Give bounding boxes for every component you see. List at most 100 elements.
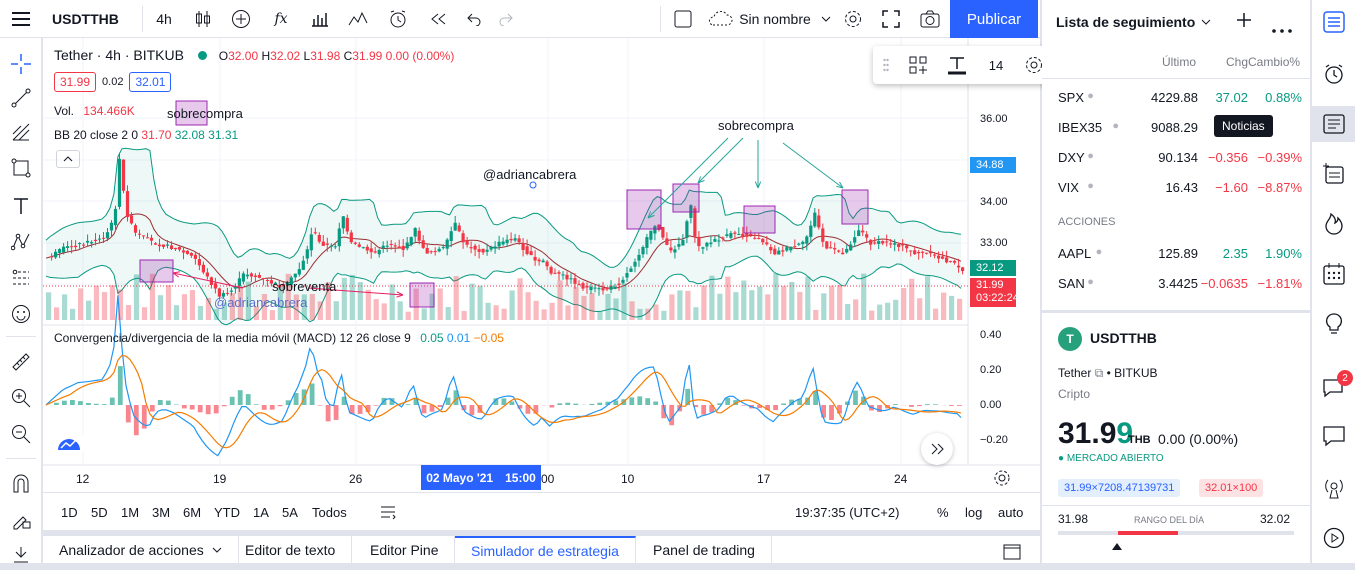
range-1d[interactable]: 1D: [61, 493, 78, 531]
camera-icon[interactable]: [912, 0, 948, 38]
range-1m[interactable]: 1M: [121, 493, 139, 531]
axis-settings-icon[interactable]: [993, 469, 1011, 492]
zoom-in-icon[interactable]: [0, 382, 42, 414]
range-ytd[interactable]: YTD: [214, 493, 240, 531]
layout-name[interactable]: Sin nombre: [704, 0, 834, 38]
tab-pine-editor[interactable]: Editor Pine: [354, 536, 455, 563]
spread-value: 0.02: [102, 76, 123, 88]
macd-legend[interactable]: Convergencia/divergencia de la media móv…: [54, 331, 504, 345]
date-range-icon[interactable]: [379, 493, 397, 531]
tradingview-logo-icon[interactable]: [53, 427, 85, 459]
range-1a[interactable]: 1A: [253, 493, 269, 531]
menu-icon[interactable]: [0, 0, 42, 38]
chats-icon[interactable]: [1312, 418, 1355, 454]
pattern-icon[interactable]: [0, 226, 42, 258]
chat-icon[interactable]: 2: [1312, 370, 1355, 406]
collapse-legend-button[interactable]: [56, 150, 80, 168]
emoji-icon[interactable]: [0, 298, 42, 330]
author-signature-1[interactable]: @adriancabrera: [483, 167, 576, 182]
lock-drawing-icon[interactable]: [0, 504, 42, 536]
percent-scale-toggle[interactable]: %: [937, 493, 949, 531]
tab-trading-panel[interactable]: Panel de trading: [637, 536, 772, 563]
calendar-icon[interactable]: [1312, 256, 1355, 292]
hide-drawings-icon[interactable]: [0, 538, 42, 570]
watchlist-row[interactable]: SAN●3.4425−0.0635−1.81%: [1042, 268, 1310, 298]
bid-chip[interactable]: 31.99×7208.47139731: [1058, 479, 1180, 497]
timezone-clock[interactable]: 19:37:35 (UTC+2): [795, 493, 899, 531]
author-signature-2[interactable]: @adriancabrera: [214, 295, 307, 310]
indicators-button[interactable]: fx: [262, 0, 300, 38]
ideas-lightbulb-icon[interactable]: [1312, 306, 1355, 342]
chart-compare-icon[interactable]: [340, 0, 376, 38]
watchlist-row[interactable]: AAPL●125.892.351.90%: [1042, 238, 1310, 268]
redo-icon[interactable]: [490, 0, 522, 38]
alert-icon[interactable]: [378, 0, 418, 38]
bb-legend[interactable]: BB 20 close 2 0 31.70 32.08 31.31: [54, 128, 238, 142]
range-5d[interactable]: 5D: [91, 493, 108, 531]
sell-price-button[interactable]: 31.99: [54, 72, 96, 92]
news-icon[interactable]: [1312, 106, 1355, 142]
buy-price-button[interactable]: 32.01: [129, 72, 171, 92]
detail-name-exchange[interactable]: Tether ⧉ • BITKUB: [1058, 366, 1158, 381]
hotlist-fire-icon[interactable]: [1312, 206, 1355, 242]
range-all[interactable]: Todos: [312, 493, 347, 531]
macd-histogram-bar: [853, 391, 858, 405]
templates-icon[interactable]: [302, 0, 338, 38]
alarm-clock-icon[interactable]: [1312, 56, 1355, 92]
publish-button[interactable]: Publicar: [950, 0, 1038, 38]
candle-type-icon[interactable]: [186, 0, 220, 38]
annotation-overbought-1[interactable]: sobrecompra: [167, 106, 243, 121]
column-last[interactable]: Último: [1162, 55, 1196, 69]
range-3m[interactable]: 3M: [152, 493, 170, 531]
annotation-overbought-2[interactable]: sobrecompra: [718, 118, 794, 133]
template-grid-icon[interactable]: [899, 56, 937, 74]
scroll-to-realtime-button[interactable]: [921, 433, 953, 465]
watchlist-row[interactable]: SPX●4229.8837.020.88%: [1042, 82, 1310, 112]
interval-button[interactable]: 4h: [146, 0, 182, 38]
shapes-icon[interactable]: [0, 152, 42, 184]
annotation-oversold[interactable]: sobreventa: [272, 279, 336, 294]
calendar-list-icon[interactable]: [1312, 156, 1355, 192]
streams-broadcast-icon[interactable]: [1312, 470, 1355, 506]
font-size-select[interactable]: 14: [977, 58, 1015, 73]
candle-body: [538, 260, 541, 262]
maximize-panel-icon[interactable]: [1003, 544, 1021, 565]
volume-legend[interactable]: Vol. 134.466K: [54, 104, 135, 118]
trendline-icon[interactable]: [0, 82, 42, 114]
zoom-out-icon[interactable]: [0, 418, 42, 450]
tab-stock-screener[interactable]: Analizador de acciones: [43, 536, 239, 563]
more-icon[interactable]: [1272, 20, 1292, 38]
tab-strategy-tester[interactable]: Simulador de estrategia: [455, 536, 636, 563]
ask-chip[interactable]: 32.01×100: [1199, 479, 1263, 497]
tab-text-notes[interactable]: Editor de texto: [229, 536, 352, 563]
watchlist-row[interactable]: DXY●90.134−0.356−0.39%: [1042, 142, 1310, 172]
crosshair-icon[interactable]: [0, 48, 42, 80]
text-color-icon[interactable]: [937, 55, 977, 75]
chart-area[interactable]: Tether · 4h · BITKUB O32.00 H32.02 L31.9…: [43, 38, 1040, 492]
fullscreen-select-icon[interactable]: [668, 0, 698, 38]
drag-handle-icon[interactable]: [873, 58, 899, 72]
column-chg[interactable]: ChgCambio%: [1226, 55, 1300, 69]
fib-icon[interactable]: [0, 116, 42, 148]
watchlist-row[interactable]: VIX●16.43−1.60−8.87%: [1042, 172, 1310, 202]
watchlist-icon[interactable]: [1312, 4, 1355, 40]
auto-scale-toggle[interactable]: auto: [998, 493, 1023, 531]
magnet-icon[interactable]: [0, 468, 42, 500]
prediction-icon[interactable]: [0, 262, 42, 294]
watchlist-title[interactable]: Lista de seguimiento: [1056, 14, 1211, 30]
compare-add-icon[interactable]: [224, 0, 258, 38]
play-circle-icon[interactable]: [1312, 520, 1355, 556]
range-5a[interactable]: 5A: [282, 493, 298, 531]
text-tool-icon[interactable]: [0, 190, 42, 222]
settings-icon[interactable]: [836, 0, 870, 38]
undo-icon[interactable]: [458, 0, 490, 38]
detail-symbol[interactable]: USDTTHB: [1090, 330, 1157, 346]
log-scale-toggle[interactable]: log: [965, 493, 982, 531]
replay-icon[interactable]: [420, 0, 456, 38]
range-6m[interactable]: 6M: [183, 493, 201, 531]
add-symbol-icon[interactable]: [1236, 12, 1252, 33]
symbol-search[interactable]: USDTTHB: [44, 0, 140, 38]
ruler-icon[interactable]: [0, 346, 42, 378]
fullscreen-icon[interactable]: [874, 0, 908, 38]
legend-title[interactable]: Tether · 4h · BITKUB O32.00 H32.02 L31.9…: [54, 47, 454, 63]
